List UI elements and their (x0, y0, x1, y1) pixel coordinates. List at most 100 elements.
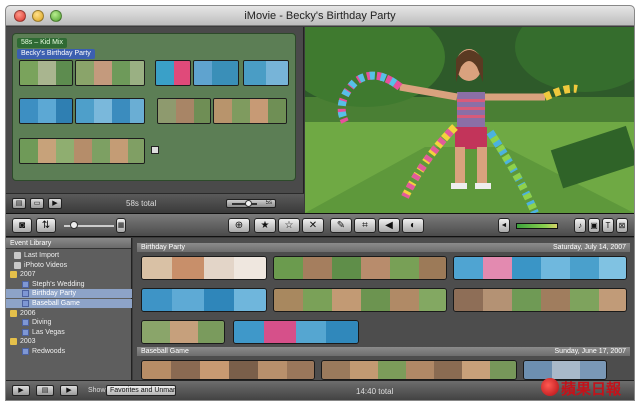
crop-icon[interactable]: ⌗ (354, 218, 376, 233)
event-icon (22, 300, 29, 307)
library-item-label: Redwoods (32, 348, 66, 355)
event-icon (22, 348, 29, 355)
unmark-icon[interactable]: ☆ (278, 218, 300, 233)
grid-icon[interactable]: ▦ (116, 218, 126, 233)
event-name: Baseball Game (141, 348, 189, 355)
project-clip[interactable] (193, 60, 239, 86)
library-item[interactable]: Baseball Game (6, 299, 132, 308)
clip-size-knob[interactable] (70, 221, 78, 229)
star-icon (14, 252, 21, 259)
audio-icon[interactable]: ◀ (378, 218, 400, 233)
library-item[interactable]: Birthday Party (6, 289, 132, 299)
event-icon (22, 280, 29, 288)
library-item-label: Steph's Wedding (32, 280, 85, 288)
zoom-slider[interactable]: 5s (226, 199, 276, 208)
library-item[interactable]: Redwoods (6, 347, 132, 356)
volume-icon[interactable]: ◄ (498, 218, 510, 233)
project-storyboard[interactable]: 58s – Kid Mix Becky's Birthday Party (12, 33, 296, 181)
library-item[interactable]: 2003 (6, 337, 132, 346)
favorite-icon[interactable]: ★ (254, 218, 276, 233)
project-pane: 58s – Kid Mix Becky's Birthday Party ▤ ▭… (6, 27, 304, 213)
folder-icon (10, 338, 17, 346)
newspaper-watermark: 蘋果日報 (541, 375, 637, 399)
project-clip[interactable] (75, 98, 145, 124)
bottom-bar: ▶ ▤ ▶ Show: Favorites and Unmarked 14:40… (6, 380, 634, 400)
show-filter-select[interactable]: Favorites and Unmarked (106, 385, 176, 396)
fullscreen-icon[interactable]: ▭ (30, 198, 44, 209)
project-clip[interactable] (19, 98, 73, 124)
folder-icon (10, 271, 17, 279)
project-clip[interactable] (75, 60, 145, 86)
reject-icon[interactable]: ✕ (302, 218, 324, 233)
event-browser: Birthday Party Saturday, July 14, 2007 B… (133, 238, 634, 380)
library-item-label: iPhoto Videos (24, 261, 68, 269)
library-item[interactable]: Diving (6, 318, 132, 327)
event-header: Birthday Party Saturday, July 14, 2007 (137, 243, 630, 252)
title-icon[interactable]: T (602, 218, 614, 233)
project-clip[interactable] (19, 138, 145, 164)
event-clip[interactable] (453, 256, 627, 280)
event-clip[interactable] (321, 360, 517, 380)
library-item-label: Baseball Game (32, 300, 80, 307)
watermark-text: 蘋果日報 (561, 380, 622, 398)
project-clip[interactable] (155, 60, 191, 86)
camera-icon[interactable]: ◙ (12, 218, 32, 233)
event-library: Event Library Last Import iPhoto Videos 20… (6, 238, 132, 380)
project-clip[interactable] (213, 98, 287, 124)
window-title: iMovie - Becky's Birthday Party (244, 10, 396, 22)
event-duration: 14:40 total (356, 387, 394, 396)
video-viewer[interactable] (305, 27, 634, 213)
event-clip[interactable] (273, 288, 447, 312)
event-clip[interactable] (141, 256, 267, 280)
apple-logo-icon (541, 378, 559, 396)
library-item[interactable]: Steph's Wedding (6, 280, 132, 289)
add-icon[interactable]: ⊕ (228, 218, 250, 233)
library-item[interactable]: 2006 (6, 309, 132, 318)
event-view-icon[interactable]: ▤ (36, 385, 54, 396)
play-icon[interactable]: ▶ (48, 198, 62, 209)
library-item-label: 2006 (20, 309, 36, 317)
transition-icon[interactable]: ⊠ (616, 218, 628, 233)
library-item-label: Last Import (24, 252, 60, 259)
event-clip[interactable] (233, 320, 359, 344)
event-date: Sunday, June 17, 2007 (554, 348, 626, 355)
storyboard-view-icon[interactable]: ▤ (12, 198, 26, 209)
library-header: Event Library (6, 238, 131, 249)
event-header: Baseball Game Sunday, June 17, 2007 (137, 347, 630, 356)
transition-icon[interactable] (151, 146, 159, 154)
play-all-icon[interactable]: ▶ (12, 385, 30, 396)
event-clip[interactable] (141, 288, 267, 312)
library-item[interactable]: 2007 (6, 270, 132, 279)
keyword-icon[interactable]: ✎ (330, 218, 352, 233)
imovie-window: iMovie - Becky's Birthday Party 58s – Ki… (6, 6, 634, 400)
event-clip[interactable] (141, 360, 315, 380)
library-item[interactable]: Las Vegas (6, 328, 132, 337)
event-clip[interactable] (141, 320, 225, 344)
project-clip[interactable] (243, 60, 289, 86)
play-icon[interactable]: ▶ (60, 385, 78, 396)
library-item-label: 2007 (20, 271, 36, 279)
project-clip[interactable] (157, 98, 211, 124)
swap-icon[interactable]: ⇅ (36, 218, 56, 233)
library-item-label: Birthday Party (32, 290, 76, 298)
project-title-label[interactable]: Becky's Birthday Party (17, 49, 95, 59)
music-track-label[interactable]: 58s – Kid Mix (17, 38, 68, 48)
photo-icon[interactable]: ▣ (588, 218, 600, 233)
event-clip[interactable] (273, 256, 447, 280)
main-toolbar: ◙ ⇅ ▦ ⊕ ★ ☆ ✕ ✎ ⌗ ◀ ◐ ◄ ♪ ▣ T ⊠ (6, 213, 634, 237)
event-icon (22, 319, 29, 327)
event-clip[interactable] (453, 288, 627, 312)
title-bar[interactable]: iMovie - Becky's Birthday Party (6, 6, 634, 26)
project-toolbar: ▤ ▭ ▶ 58s total 5s (6, 193, 304, 213)
adjust-icon[interactable]: ◐ (402, 218, 424, 233)
music-icon[interactable]: ♪ (574, 218, 586, 233)
volume-meter (516, 223, 558, 229)
library-item[interactable]: Last Import (6, 251, 132, 260)
event-icon (22, 328, 29, 336)
library-item-label: 2003 (20, 338, 36, 346)
event-icon (22, 290, 29, 298)
event-date: Saturday, July 14, 2007 (552, 244, 626, 251)
library-item[interactable]: iPhoto Videos (6, 261, 132, 270)
zoom-knob[interactable] (245, 200, 252, 207)
project-clip[interactable] (19, 60, 73, 86)
